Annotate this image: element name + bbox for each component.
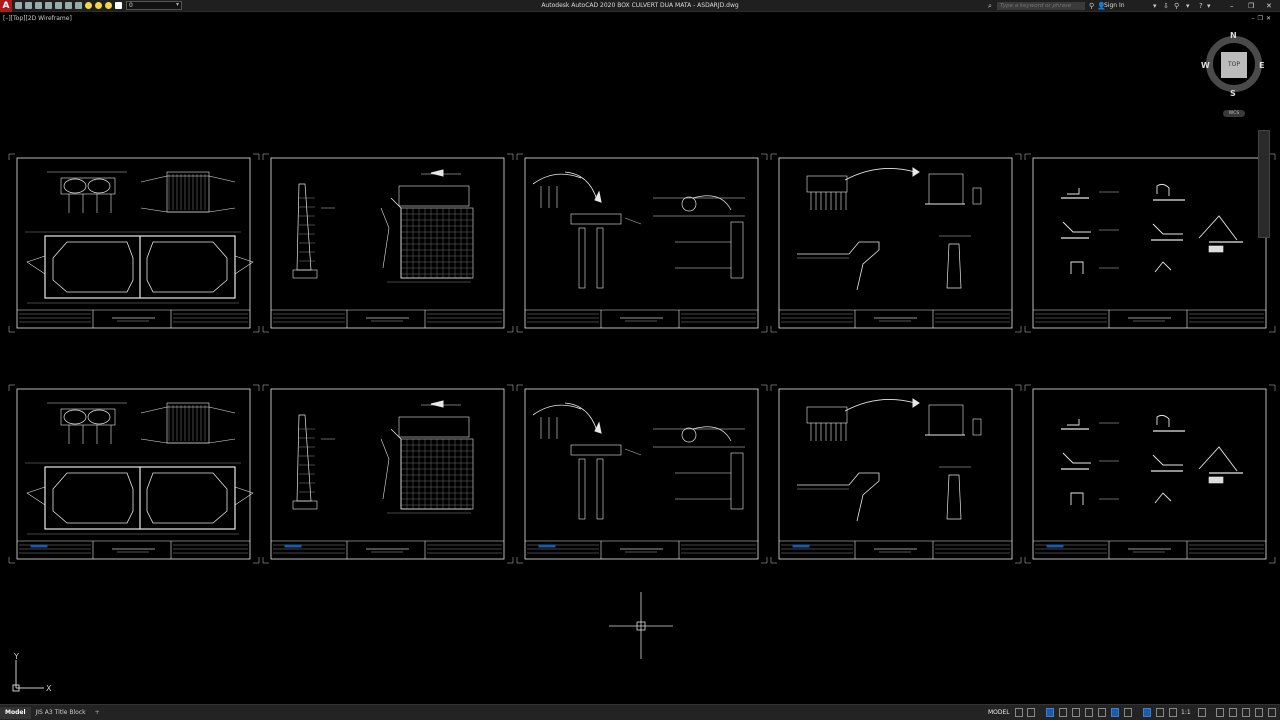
quick-properties-icon[interactable]	[1242, 708, 1250, 717]
add-layout-button[interactable]: +	[91, 709, 104, 716]
snap-icon[interactable]	[1027, 708, 1035, 717]
sheet-1-5[interactable]	[1032, 157, 1267, 329]
wcs-menu[interactable]: WCS	[1223, 110, 1245, 117]
polar-icon[interactable]	[1059, 708, 1067, 717]
annotation-visibility-icon[interactable]	[1143, 708, 1151, 717]
compass-east[interactable]: E	[1259, 61, 1264, 70]
annotation-scale-icon[interactable]	[1169, 708, 1177, 717]
sheet-2-1[interactable]	[16, 388, 251, 560]
customization-icon[interactable]	[1268, 708, 1276, 717]
sheet-2-3[interactable]	[524, 388, 759, 560]
lineweight-icon[interactable]	[1111, 708, 1119, 717]
viewcube-top-face[interactable]: TOP	[1221, 52, 1247, 78]
isolate-objects-icon[interactable]	[1255, 708, 1263, 717]
compass-west[interactable]: W	[1201, 61, 1210, 70]
ucs-icon: Y X	[12, 652, 52, 693]
viewcube[interactable]: TOP N S E W	[1200, 30, 1268, 100]
tab-model[interactable]: Model	[0, 706, 31, 719]
ucs-x-label: X	[46, 684, 52, 693]
sheet-1-4[interactable]	[778, 157, 1013, 329]
workspace-gear-icon[interactable]	[1198, 708, 1206, 717]
sheet-2-4[interactable]	[778, 388, 1013, 560]
navigation-bar[interactable]	[1258, 130, 1270, 238]
sheet-1-3[interactable]	[524, 157, 759, 329]
ucs-y-label: Y	[13, 652, 19, 661]
units-icon[interactable]	[1229, 708, 1237, 717]
object-snap-icon[interactable]	[1098, 708, 1106, 717]
sheet-1-1[interactable]	[16, 157, 251, 329]
isodraft-icon[interactable]	[1072, 708, 1080, 717]
compass-north[interactable]: N	[1230, 31, 1237, 40]
transparency-icon[interactable]	[1124, 708, 1132, 717]
object-snap-tracking-icon[interactable]	[1085, 708, 1093, 717]
drawing-canvas[interactable]	[0, 0, 1280, 704]
layout-tab-bar: Model JIS A3 Title Block + MODEL 1:1	[0, 704, 1280, 720]
sheet-2-5[interactable]	[1032, 388, 1267, 560]
ortho-icon[interactable]	[1046, 708, 1054, 717]
model-space-toggle[interactable]: MODEL	[988, 705, 1010, 720]
auto-scale-icon[interactable]	[1156, 708, 1164, 717]
annotation-scale[interactable]: 1:1	[1181, 705, 1191, 720]
compass-south[interactable]: S	[1230, 89, 1236, 98]
tab-jis-a3-title-block[interactable]: JIS A3 Title Block	[31, 707, 91, 719]
annotation-monitor-icon[interactable]	[1216, 708, 1224, 717]
grid-icon[interactable]	[1015, 708, 1023, 717]
